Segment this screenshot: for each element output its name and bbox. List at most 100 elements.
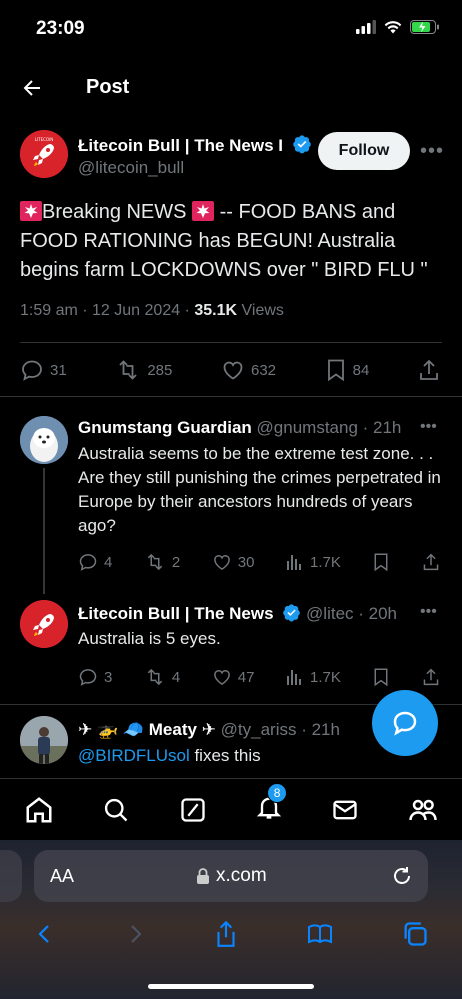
post-meta: 1:59 am · 12 Jun 2024 · 35.1K Views	[20, 302, 284, 320]
author-avatar[interactable]: LITECOIN	[20, 130, 68, 178]
compose-reply-button[interactable]	[372, 690, 438, 756]
author-handle[interactable]: @litecoin_bull	[78, 158, 184, 178]
notifications-badge: 8	[267, 783, 288, 803]
reply-avatar[interactable]	[20, 416, 68, 464]
views-button[interactable]: 1.7K	[286, 668, 341, 686]
tabs-icon[interactable]	[401, 920, 429, 948]
reply-actions: 4 2 30 1.7K	[78, 552, 440, 572]
views-icon	[287, 555, 302, 570]
reply-button[interactable]: 4	[78, 552, 112, 572]
reply-icon	[22, 360, 42, 381]
forward-icon[interactable]	[123, 921, 147, 947]
share-button[interactable]	[422, 667, 440, 687]
search-icon[interactable]	[102, 796, 130, 824]
bookmark-button[interactable]	[372, 552, 390, 572]
battery-charging-icon	[410, 20, 439, 34]
reply-author[interactable]: Łitecoin Bull | The News @litec · 20h	[78, 603, 397, 624]
reply-author[interactable]: ✈ 🚁 🧢 Meaty ✈ @ty_ariss · 21h	[78, 720, 340, 740]
follow-button[interactable]: Follow	[318, 132, 410, 170]
repost-count: 2	[171, 553, 181, 571]
reply-avatar[interactable]	[20, 716, 68, 764]
like-count: 47	[237, 668, 255, 686]
reload-icon[interactable]	[390, 864, 414, 888]
reply-count: 3	[104, 668, 113, 686]
mention-link[interactable]: @BIRDFLUsol	[78, 746, 190, 765]
wifi-icon	[384, 21, 402, 34]
like-count: 30	[237, 553, 255, 571]
share-icon[interactable]	[213, 919, 239, 949]
home-indicator	[148, 984, 314, 989]
home-icon[interactable]	[24, 795, 54, 825]
share-icon	[420, 359, 438, 380]
reply-avatar[interactable]	[20, 600, 68, 648]
previous-tab-preview[interactable]	[0, 850, 22, 902]
views-icon	[287, 670, 302, 685]
reply-author[interactable]: Gnumstang Guardian @gnumstang · 21h	[78, 418, 401, 438]
back-arrow-icon[interactable]	[20, 76, 44, 100]
status-icons	[356, 20, 440, 34]
cellular-signal-icon	[356, 20, 376, 34]
safari-nav-bar	[0, 914, 462, 954]
like-button[interactable]: 47	[212, 667, 255, 687]
back-icon[interactable]	[33, 921, 57, 947]
share-button[interactable]	[418, 358, 440, 382]
bookmark-button[interactable]: 84	[325, 358, 370, 382]
lock-icon	[197, 868, 209, 884]
reader-settings-button[interactable]: AA	[50, 866, 74, 887]
bookmark-icon	[374, 668, 388, 687]
reply-author-handle: @ty_ariss · 21h	[220, 720, 340, 739]
reply-author-handle: @gnumstang · 21h	[256, 418, 402, 437]
reply-text: Australia is 5 eyes.	[78, 629, 221, 648]
more-icon[interactable]: •••	[420, 140, 444, 163]
views-button[interactable]: 1.7K	[286, 553, 341, 571]
page-title: Post	[86, 76, 130, 98]
reply-button[interactable]: 31	[20, 358, 67, 382]
reply-count: 31	[50, 361, 67, 379]
repost-icon	[147, 553, 163, 571]
reply-author-name: Gnumstang Guardian	[78, 418, 252, 437]
bookmarks-book-icon[interactable]	[305, 921, 335, 947]
like-icon	[213, 670, 230, 685]
notifications-tab[interactable]: 8	[255, 783, 288, 826]
mail-icon[interactable]	[331, 796, 359, 824]
repost-button[interactable]: 285	[115, 358, 172, 382]
siren-icon	[192, 201, 215, 221]
reply-icon	[79, 669, 97, 686]
reply-button[interactable]: 3	[78, 667, 112, 687]
repost-count: 285	[147, 361, 173, 379]
reply-author-name: Meaty ✈	[148, 720, 216, 739]
people-icon[interactable]	[408, 795, 438, 825]
bottom-tab-bar: 8	[0, 778, 462, 840]
like-button[interactable]: 632	[221, 358, 276, 382]
svg-text:LITECOIN: LITECOIN	[35, 137, 54, 142]
verified-icon	[293, 135, 311, 154]
reply-author-name: Łitecoin Bull | The News	[78, 604, 274, 623]
author-name[interactable]: Łitecoin Bull | The News I	[78, 134, 312, 156]
reply-author-handle: @litec · 20h	[306, 604, 397, 623]
like-count: 632	[251, 361, 277, 379]
more-icon[interactable]: •••	[420, 603, 437, 621]
person-photo-icon	[20, 716, 68, 764]
bookmark-button[interactable]	[372, 667, 390, 687]
like-button[interactable]: 30	[212, 552, 255, 572]
url-display[interactable]: x.com	[196, 865, 267, 887]
bookmark-count: 84	[352, 361, 370, 379]
grok-icon[interactable]	[179, 796, 207, 824]
post-timestamp: 1:59 am · 12 Jun 2024 ·	[20, 302, 190, 319]
post-body: Breaking NEWS -- FOOD BANS and FOOD RATI…	[20, 198, 440, 285]
views-count: 1.7K	[310, 553, 341, 571]
views-label: Views	[241, 302, 284, 319]
reply-count: 4	[104, 553, 113, 571]
reply-icon	[79, 554, 97, 571]
share-button[interactable]	[422, 552, 440, 572]
repost-button[interactable]: 2	[144, 552, 180, 572]
views-count: 1.7K	[310, 668, 341, 686]
repost-button[interactable]: 4	[144, 667, 180, 687]
rocket-logo-icon: LITECOIN	[20, 130, 68, 178]
post-actions: 31 285 632 84	[20, 358, 440, 382]
status-time: 23:09	[36, 18, 85, 39]
thread-line	[43, 468, 45, 594]
more-icon[interactable]: •••	[420, 418, 437, 436]
rocket-logo-icon	[20, 600, 68, 648]
reply-actions: 3 4 47 1.7K	[78, 667, 440, 687]
